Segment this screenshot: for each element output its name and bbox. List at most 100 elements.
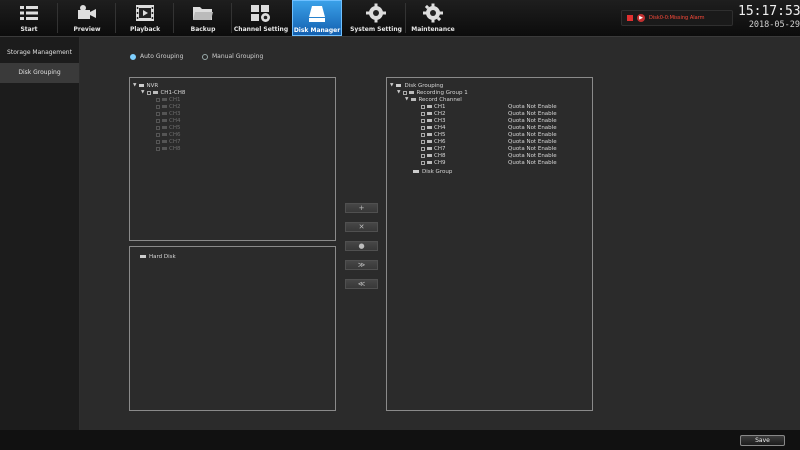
tree-node-ch-group[interactable]: ▼ CH1-CH8	[141, 89, 185, 96]
alarm-indicator[interactable]: ▶ Disk0-0:Missing Alarm	[621, 10, 733, 26]
tree-node-channel[interactable]: CH3	[156, 110, 180, 117]
nav-divider	[173, 3, 174, 33]
disk-grouping-panel[interactable]: ▼ Disk Grouping ▼ Recording Group 1 ▼ Re…	[386, 77, 593, 411]
nav-disk-manager-label: Disk Manager	[293, 27, 341, 34]
tree-node-channel[interactable]: CH7	[421, 145, 445, 152]
move-left-button[interactable]: ≪	[345, 279, 378, 289]
hard-disk-panel[interactable]: Hard Disk	[129, 246, 336, 411]
checkbox-icon[interactable]	[156, 125, 160, 130]
tree-node-channel[interactable]: CH8	[421, 152, 445, 159]
checkbox-icon[interactable]	[421, 153, 425, 158]
tree-node-channel[interactable]: CH3	[421, 117, 445, 124]
double-left-arrow-icon: ≪	[357, 279, 366, 288]
tree-node-label: CH4	[434, 124, 446, 131]
tree-node-channel[interactable]: CH9	[421, 159, 445, 166]
nav-channel-setting[interactable]: Channel Setting	[234, 0, 288, 36]
tree-node-disk-group[interactable]: Disk Group	[413, 168, 452, 175]
camera-icon	[409, 90, 415, 95]
move-right-button[interactable]: ≫	[345, 260, 378, 270]
checkbox-icon[interactable]	[421, 160, 425, 165]
tree-node-channel[interactable]: CH5	[156, 124, 180, 131]
checkbox-icon[interactable]	[421, 125, 425, 130]
camera-icon	[427, 111, 432, 116]
tree-node-channel[interactable]: CH4	[421, 124, 445, 131]
checkbox-icon[interactable]	[421, 146, 425, 151]
config-button[interactable]: ●	[345, 241, 378, 251]
expand-triangle-icon: ▼	[397, 90, 401, 95]
tree-node-channel[interactable]: CH1	[156, 96, 180, 103]
playback-film-icon	[134, 3, 156, 23]
alarm-led-icon	[627, 15, 633, 21]
tree-node-label: Record Channel	[418, 96, 462, 103]
start-grid-icon	[18, 3, 40, 23]
checkbox-icon[interactable]	[156, 139, 160, 144]
camera-icon	[162, 125, 167, 130]
camera-icon	[427, 160, 432, 165]
tree-node-hard-disk[interactable]: Hard Disk	[140, 253, 176, 260]
tree-node-label: CH7	[434, 145, 446, 152]
tree-node-label: CH6	[169, 131, 181, 138]
checkbox-icon[interactable]	[421, 111, 425, 116]
checkbox-icon[interactable]	[156, 97, 160, 102]
checkbox-icon[interactable]	[421, 104, 425, 109]
alarm-arrow-icon: ▶	[637, 14, 645, 22]
delete-button[interactable]: ✕	[345, 222, 378, 232]
nav-backup[interactable]: Backup	[178, 0, 228, 36]
hard-disk-icon	[413, 170, 419, 173]
tree-node-channel[interactable]: CH2	[156, 103, 180, 110]
tree-node-label: CH3	[434, 117, 446, 124]
tree-node-channel[interactable]: CH4	[156, 117, 180, 124]
sidebar-item-storage-management[interactable]: Storage Management	[0, 43, 79, 63]
quota-status: Quota Not Enable	[508, 125, 557, 131]
save-button[interactable]: Save	[740, 435, 785, 446]
checkbox-icon[interactable]	[403, 90, 408, 95]
tree-node-channel[interactable]: CH1	[421, 103, 445, 110]
tree-node-recording-group[interactable]: ▼ Recording Group 1	[397, 89, 468, 96]
nav-playback[interactable]: Playback	[120, 0, 170, 36]
nvr-icon	[139, 83, 145, 88]
radio-dot-icon	[202, 53, 208, 60]
top-navigation-bar: Start Preview Playback Backup Channel Se…	[0, 0, 800, 37]
nav-start[interactable]: Start	[4, 0, 54, 36]
nav-preview[interactable]: Preview	[62, 0, 112, 36]
add-button[interactable]: +	[345, 203, 378, 213]
nav-maintenance-label: Maintenance	[411, 26, 455, 33]
tree-node-record-channel[interactable]: ▼ Record Channel	[405, 96, 462, 103]
bottom-bar	[0, 430, 800, 450]
tree-node-channel[interactable]: CH8	[156, 145, 180, 152]
nav-maintenance[interactable]: Maintenance	[408, 0, 458, 36]
tree-node-label: CH1	[434, 103, 446, 110]
channel-tree-panel[interactable]: ▼ NVR ▼ CH1-CH8 CH1 CH2 CH3 CH4 CH5 CH6 …	[129, 77, 336, 241]
system-setting-icon	[365, 3, 387, 23]
tree-node-channel[interactable]: CH5	[421, 131, 445, 138]
checkbox-icon[interactable]	[156, 118, 160, 123]
tree-node-label: Disk Grouping	[404, 82, 444, 89]
checkbox-icon[interactable]	[156, 104, 160, 109]
checkbox-icon[interactable]	[156, 132, 160, 137]
tree-node-channel[interactable]: CH7	[156, 138, 180, 145]
checkbox-icon[interactable]	[156, 111, 160, 116]
tree-node-label: CH5	[434, 131, 446, 138]
nav-start-label: Start	[20, 26, 38, 33]
tree-node-channel[interactable]: CH2	[421, 110, 445, 117]
checkbox-icon[interactable]	[421, 132, 425, 137]
tree-node-nvr[interactable]: ▼ NVR	[133, 82, 158, 89]
channel-setting-icon	[250, 3, 272, 23]
backup-folder-icon	[192, 3, 214, 23]
auto-grouping-radio[interactable]: Auto Grouping	[130, 53, 183, 60]
checkbox-icon[interactable]	[421, 139, 425, 144]
tree-node-label: Recording Group 1	[416, 89, 468, 96]
camera-icon	[162, 118, 167, 123]
quota-status: Quota Not Enable	[508, 118, 557, 124]
nav-system-setting[interactable]: System Setting	[348, 0, 404, 36]
tree-node-channel[interactable]: CH6	[421, 138, 445, 145]
nav-disk-manager[interactable]: Disk Manager	[292, 0, 342, 36]
tree-node-disk-grouping[interactable]: ▼ Disk Grouping	[390, 82, 443, 89]
sidebar-item-disk-grouping[interactable]: Disk Grouping	[0, 63, 79, 83]
double-right-arrow-icon: ≫	[357, 260, 366, 269]
manual-grouping-radio[interactable]: Manual Grouping	[202, 53, 263, 60]
checkbox-icon[interactable]	[421, 118, 425, 123]
checkbox-icon[interactable]	[147, 90, 152, 95]
tree-node-channel[interactable]: CH6	[156, 131, 180, 138]
checkbox-icon[interactable]	[156, 146, 160, 151]
